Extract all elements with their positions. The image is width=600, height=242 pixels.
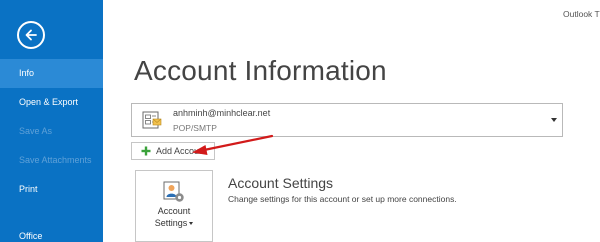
back-button[interactable] (17, 21, 45, 49)
account-type: POP/SMTP (173, 123, 217, 133)
page-title: Account Information (134, 55, 387, 86)
account-selector[interactable]: anhminh@minhclear.net POP/SMTP (131, 103, 563, 137)
app-title: Outlook T (563, 9, 600, 19)
chevron-down-icon[interactable] (551, 118, 557, 122)
nav-save-as: Save As (19, 126, 53, 136)
account-email: anhminh@minhclear.net (173, 108, 271, 118)
plus-icon (141, 146, 151, 156)
account-settings-description: Change settings for this account or set … (228, 194, 457, 204)
account-settings-button[interactable]: Account Settings (135, 170, 213, 242)
back-arrow-icon (25, 29, 37, 41)
nav-save-attachments: Save Attachments (19, 155, 92, 165)
annotation-arrow (192, 134, 274, 155)
account-settings-icon (163, 181, 184, 202)
tile-label-line1: Account (157, 206, 191, 216)
tile-label-line2-text: Settings (154, 218, 188, 228)
account-card-icon (142, 111, 162, 129)
caret-down-icon (189, 222, 194, 226)
account-settings-heading: Account Settings (228, 175, 334, 191)
nav-office[interactable]: Office (0, 222, 103, 242)
nav-info[interactable]: Info (0, 59, 103, 88)
nav-print[interactable]: Print (0, 175, 103, 204)
tile-label-line2: Settings (136, 218, 212, 228)
nav-open-export[interactable]: Open & Export (0, 88, 103, 117)
backstage-sidebar: Info Open & Export Save As Save Attachme… (0, 0, 103, 242)
